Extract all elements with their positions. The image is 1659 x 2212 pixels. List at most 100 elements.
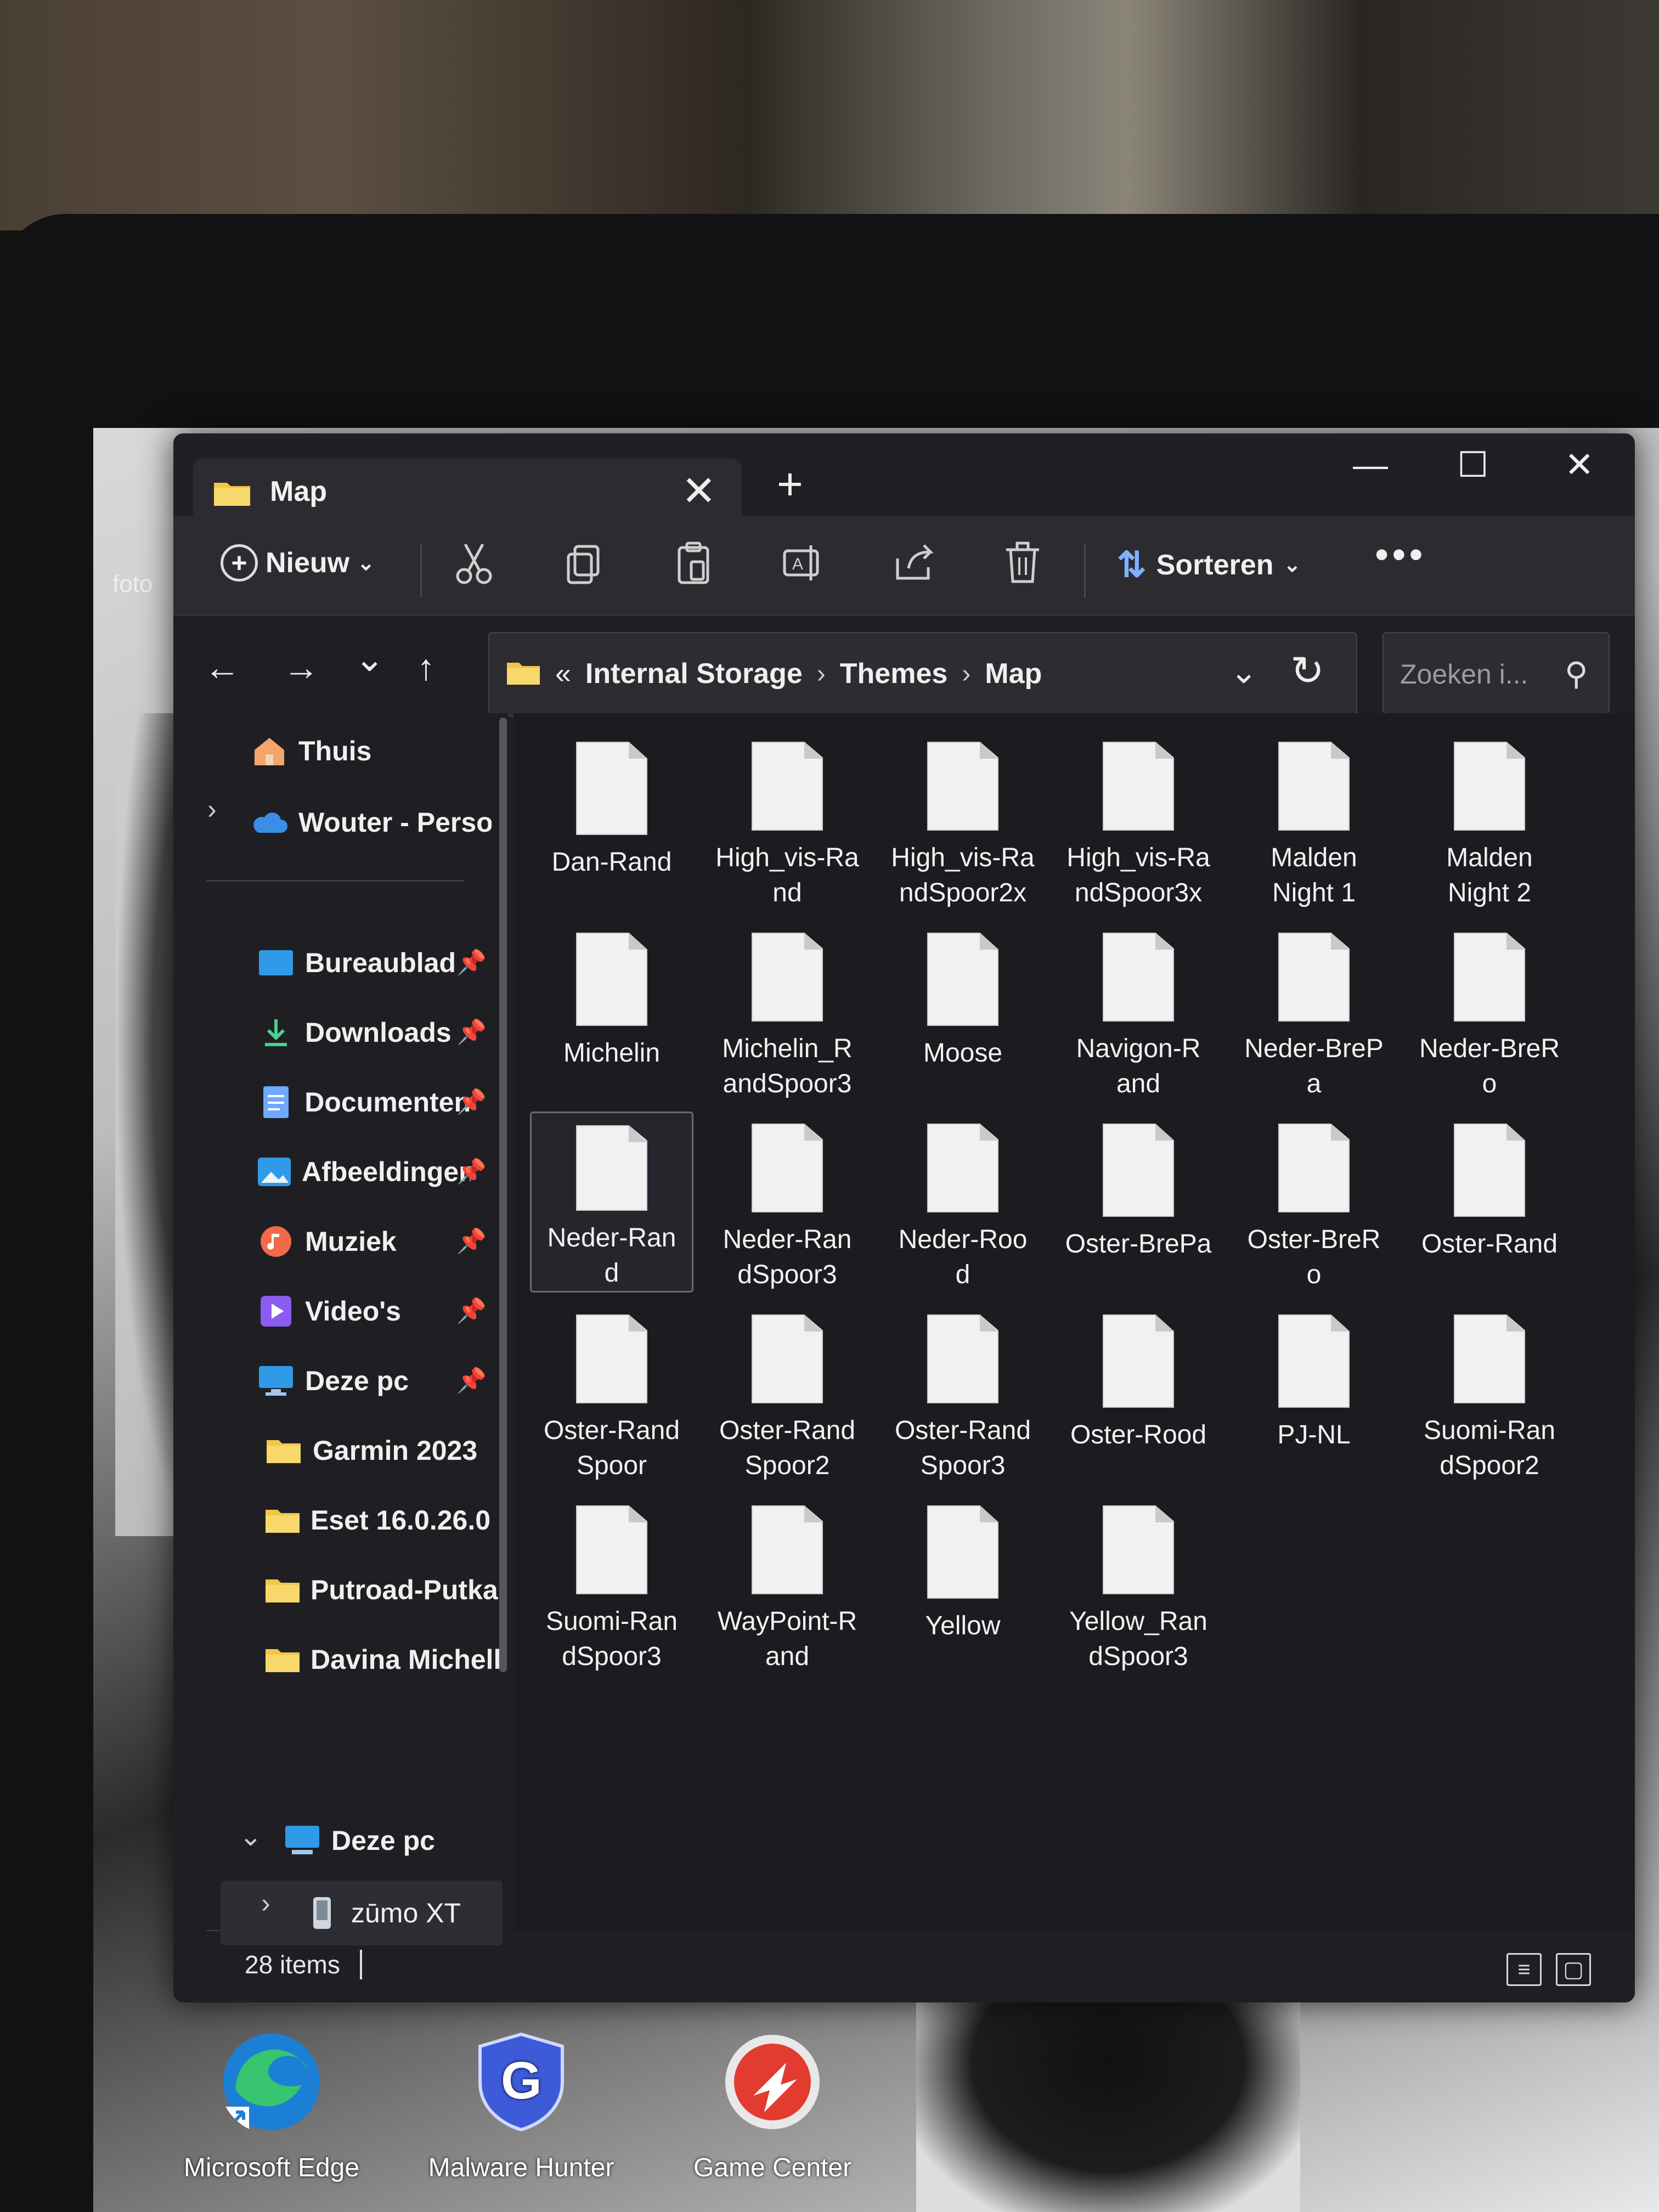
desktop-icon-game-center[interactable]: Game Center [657, 2030, 888, 2183]
breadcrumb-map[interactable]: Map [985, 657, 1042, 690]
pin-icon[interactable]: 📌 [456, 1227, 487, 1255]
share-icon[interactable] [887, 537, 939, 589]
tiles-view-icon[interactable]: ▢ [1556, 1953, 1591, 1986]
file-item[interactable]: Neder-BreP a [1232, 921, 1396, 1102]
sidebar-scrollbar[interactable] [499, 718, 507, 1672]
new-tab-button[interactable]: + [777, 459, 803, 510]
desktop-icon-malware-hunter[interactable]: G Malware Hunter [406, 2030, 636, 2183]
pin-icon[interactable]: 📌 [456, 1087, 487, 1116]
file-item[interactable]: Moose [881, 921, 1045, 1102]
file-item[interactable]: High_vis-Ra ndSpoor2x [881, 730, 1045, 911]
file-item[interactable]: Suomi-Ran dSpoor2 [1408, 1302, 1571, 1483]
sidebar-item-downloads[interactable]: Downloads [257, 1002, 471, 1063]
new-button[interactable]: + Nieuw ⌄ [221, 544, 375, 582]
maximize-button[interactable]: ☐ [1457, 444, 1488, 486]
svg-text:A: A [792, 555, 803, 573]
file-item[interactable]: Oster-Rand [1408, 1111, 1571, 1293]
file-item[interactable]: Oster-BrePa [1057, 1111, 1220, 1293]
refresh-button[interactable]: ↻ [1290, 647, 1324, 695]
minimize-button[interactable]: — [1353, 444, 1388, 485]
close-window-button[interactable]: ✕ [1565, 444, 1594, 486]
file-item[interactable]: Oster-BreR o [1232, 1111, 1396, 1293]
sidebar-item-video-s[interactable]: Video's [257, 1281, 471, 1341]
sidebar-item-bureaublad[interactable]: Bureaublad [257, 933, 471, 993]
breadcrumb-internal-storage[interactable]: Internal Storage [585, 657, 803, 690]
sidebar-item-muziek[interactable]: Muziek [257, 1211, 471, 1272]
delete-icon[interactable] [996, 537, 1049, 589]
file-item[interactable]: Neder-Roo d [881, 1111, 1045, 1293]
tab-map[interactable]: Map ✕ [193, 459, 742, 519]
chevron-right-icon[interactable]: › [207, 793, 217, 825]
chevron-right-icon[interactable]: › [817, 659, 826, 689]
desktop-item-label-left[interactable]: foto [112, 571, 153, 598]
address-bar[interactable]: « Internal Storage › Themes › Map ⌄ ↻ [488, 632, 1357, 716]
file-item[interactable]: Suomi-Ran dSpoor3 [530, 1493, 693, 1674]
sidebar-item-deze-pc[interactable]: Deze pc [257, 1351, 471, 1411]
sidebar-item-home[interactable]: Thuis [250, 721, 371, 781]
sidebar-item-afbeeldingen[interactable]: Afbeeldingen [257, 1142, 471, 1202]
sidebar-item-putroad-putkap[interactable]: Putroad-Putkap [264, 1560, 500, 1620]
sidebar-item-eset-16-0-26-0[interactable]: Eset 16.0.26.0 + [264, 1490, 500, 1550]
sidebar-item-garmin-2023[interactable]: Garmin 2023 [264, 1420, 500, 1481]
file-item[interactable]: Dan-Rand [530, 730, 693, 911]
file-item[interactable]: Malden Night 2 [1408, 730, 1571, 911]
up-button[interactable]: ↑ [417, 646, 435, 688]
close-tab-button[interactable]: ✕ [681, 466, 716, 515]
file-item[interactable]: Neder-Ran d [530, 1111, 693, 1293]
sidebar-item-this-pc[interactable]: Deze pc [283, 1810, 435, 1871]
back-button[interactable]: ← [204, 646, 240, 688]
recent-locations-button[interactable]: ⌄ [354, 637, 385, 680]
file-item[interactable]: Oster-Rood [1057, 1302, 1220, 1483]
pin-icon[interactable]: 📌 [456, 1157, 487, 1186]
address-dropdown-button[interactable]: ⌄ [1230, 653, 1257, 691]
sidebar-item-onedrive[interactable]: Wouter - Persoonlijk [250, 792, 492, 853]
file-item[interactable]: Neder-BreR o [1408, 921, 1571, 1102]
file-item[interactable]: Michelin [530, 921, 693, 1102]
cut-icon[interactable] [448, 537, 500, 589]
file-item[interactable]: Neder-Ran dSpoor3 [706, 1111, 869, 1293]
breadcrumb-themes[interactable]: Themes [840, 657, 948, 690]
pin-icon[interactable]: 📌 [456, 948, 487, 977]
search-box[interactable]: Zoeken i... ⚲ [1383, 632, 1610, 714]
sidebar-item-davina-michelle[interactable]: Davina Michelle [264, 1629, 500, 1690]
file-item[interactable]: High_vis-Ra nd [706, 730, 869, 911]
file-name: Neder-Roo d [883, 1222, 1042, 1293]
sidebar-item-zumo[interactable]: zūmo XT [303, 1883, 461, 1943]
pin-icon[interactable]: 📌 [456, 1296, 487, 1325]
chevron-right-icon[interactable]: › [261, 1887, 270, 1919]
file-item[interactable]: High_vis-Ra ndSpoor3x [1057, 730, 1220, 911]
sidebar-item-documenten[interactable]: Documenten [257, 1072, 471, 1132]
file-item[interactable]: Oster-Rand Spoor3 [881, 1302, 1045, 1483]
file-name-line: dSpoor3 [737, 1260, 837, 1289]
rename-icon[interactable]: A [777, 537, 830, 589]
pin-icon[interactable]: 📌 [456, 1366, 487, 1395]
search-icon[interactable]: ⚲ [1565, 655, 1588, 692]
file-item[interactable]: Oster-Rand Spoor [530, 1302, 693, 1483]
search-input[interactable]: Zoeken i... [1400, 658, 1528, 690]
breadcrumb-overflow[interactable]: « [555, 657, 571, 690]
file-item[interactable]: Yellow_Ran dSpoor3 [1057, 1493, 1220, 1674]
sort-button[interactable]: ⇅ Sorteren ⌄ [1117, 544, 1301, 585]
file-name: Oster-Rand [1410, 1227, 1569, 1262]
copy-icon[interactable] [557, 537, 610, 589]
file-name-line: Spoor [576, 1451, 647, 1480]
file-icon [1103, 742, 1174, 831]
file-item[interactable]: WayPoint-R and [706, 1493, 869, 1674]
file-name-line: Malden [1446, 843, 1533, 872]
details-view-icon[interactable]: ≡ [1506, 1953, 1542, 1986]
chevron-right-icon[interactable]: › [962, 659, 970, 689]
file-item[interactable]: Oster-Rand Spoor2 [706, 1302, 869, 1483]
chevron-down-icon[interactable]: ⌄ [239, 1820, 262, 1852]
pin-icon[interactable]: 📌 [456, 1018, 487, 1046]
background-wall [0, 0, 1659, 230]
file-item[interactable]: Navigon-R and [1057, 921, 1220, 1102]
forward-button[interactable]: → [283, 646, 319, 688]
paste-icon[interactable] [667, 537, 720, 589]
file-item[interactable]: Yellow [881, 1493, 1045, 1674]
file-item[interactable]: Malden Night 1 [1232, 730, 1396, 911]
file-item[interactable]: Michelin_R andSpoor3 [706, 921, 869, 1102]
desktop-icon-edge[interactable]: Microsoft Edge [156, 2030, 387, 2183]
file-name: Oster-Rand Spoor [532, 1413, 691, 1483]
more-options-button[interactable]: ••• [1375, 532, 1426, 577]
file-item[interactable]: PJ-NL [1232, 1302, 1396, 1483]
